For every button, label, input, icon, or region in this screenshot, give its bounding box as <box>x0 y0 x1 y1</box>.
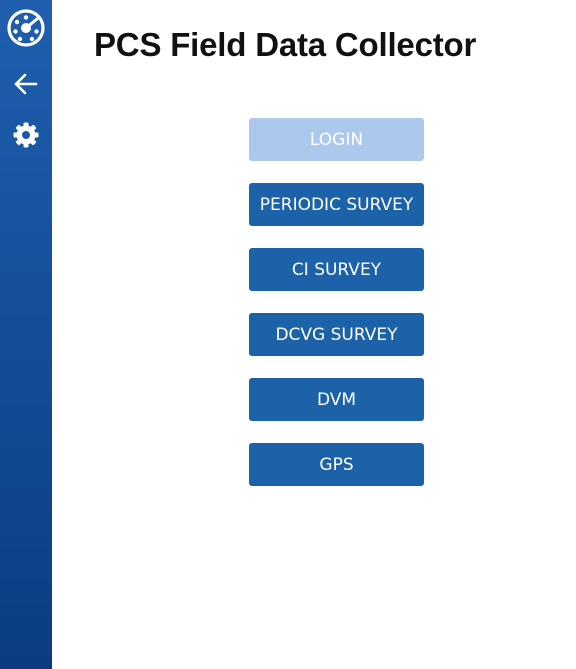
periodic-survey-button[interactable]: PERIODIC SURVEY <box>249 183 424 226</box>
sidebar <box>0 0 52 669</box>
app-window: PCS Field Data Collector LOGIN PERIODIC … <box>0 0 576 669</box>
dvm-button[interactable]: DVM <box>249 378 424 421</box>
page-title: PCS Field Data Collector <box>94 26 477 63</box>
main-menu: LOGIN PERIODIC SURVEY CI SURVEY DCVG SUR… <box>249 118 424 508</box>
settings-button[interactable] <box>0 113 52 157</box>
ci-survey-button[interactable]: CI SURVEY <box>249 248 424 291</box>
gps-button[interactable]: GPS <box>249 443 424 486</box>
dashboard-icon <box>6 8 46 48</box>
back-arrow-icon <box>13 71 39 97</box>
login-button[interactable]: LOGIN <box>249 118 424 161</box>
gear-icon <box>12 121 40 149</box>
back-button[interactable] <box>0 62 52 106</box>
dcvg-survey-button[interactable]: DCVG SURVEY <box>249 313 424 356</box>
sidebar-item-dashboard[interactable] <box>0 6 52 50</box>
